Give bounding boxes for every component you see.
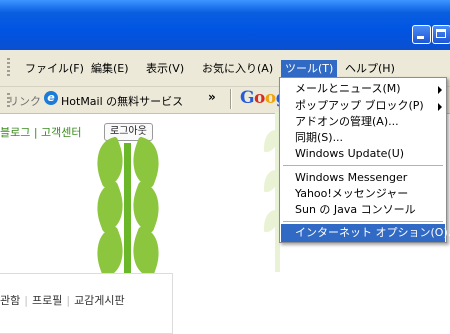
panel-nav: 관함 | 프로필 | 교감게시판	[0, 294, 125, 307]
menu-separator	[283, 165, 443, 166]
menu-item-mail-news[interactable]: メールとニュース(M)	[281, 80, 445, 98]
maximize-button[interactable]	[432, 25, 450, 44]
nav-item-1[interactable]: 관함	[0, 294, 20, 307]
toolbar-grip[interactable]	[7, 58, 10, 78]
hotmail-link[interactable]: HotMail の無料サービス	[61, 93, 183, 109]
minimize-button[interactable]	[412, 25, 431, 44]
decorative-vine	[124, 143, 131, 278]
maximize-icon	[436, 29, 446, 38]
menu-favorites[interactable]: お気に入り(A)	[198, 60, 277, 77]
minimize-icon	[417, 36, 424, 39]
menu-file[interactable]: ファイル(F)	[21, 60, 88, 77]
submenu-arrow-icon	[438, 103, 442, 111]
toolbar-separator	[230, 89, 232, 109]
submenu-arrow-icon	[438, 86, 442, 94]
menu-item-internet-options[interactable]: インターネット オプション(O)...	[281, 224, 450, 242]
menu-separator	[283, 221, 443, 222]
window-title-bar	[0, 0, 450, 50]
nav-item-board[interactable]: 교감게시판	[74, 294, 125, 307]
menu-edit[interactable]: 編集(E)	[87, 60, 133, 77]
ie-icon: e	[44, 91, 58, 105]
menu-item-windows-update[interactable]: Windows Update(U)	[281, 145, 445, 163]
menu-view[interactable]: 表示(V)	[142, 60, 188, 77]
menu-tools[interactable]: ツール(T)	[281, 60, 338, 77]
tools-dropdown-menu: メールとニュース(M) ポップアップ ブロック(P) アドオンの管理(A)...…	[279, 77, 450, 243]
links-chevron-button[interactable]: »	[208, 90, 216, 104]
menu-help[interactable]: ヘルプ(H)	[341, 60, 399, 77]
menu-item-java-console[interactable]: Sun の Java コンソール	[281, 201, 445, 219]
nav-item-profile[interactable]: 프로필	[32, 294, 62, 307]
links-label: リンク	[8, 95, 41, 108]
page-header-links[interactable]: 블로그 | 고객센터	[0, 124, 82, 140]
